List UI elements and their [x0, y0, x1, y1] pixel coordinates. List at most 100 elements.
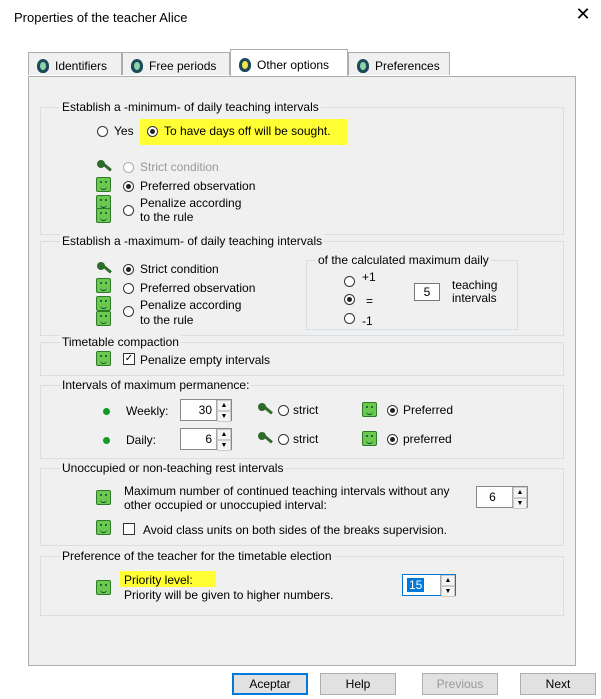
teaching-label: teaching — [452, 278, 498, 292]
bullet-icon — [103, 408, 110, 415]
weekly-strict-label: strict — [293, 403, 319, 417]
min-strict-radio[interactable] — [123, 162, 134, 173]
min-group-legend: Establish a -minimum- of daily teaching … — [60, 100, 321, 114]
help-button[interactable]: Help — [320, 673, 396, 695]
teacher-icon — [131, 58, 143, 73]
preference-legend: Preference of the teacher for the timeta… — [60, 549, 334, 563]
key-icon — [258, 403, 274, 417]
daily-value: 6 — [205, 432, 212, 446]
spin-arrows[interactable]: ▲ ▼ — [216, 400, 231, 422]
daily-strict-radio[interactable] — [278, 434, 289, 445]
penalize-empty-checkbox[interactable]: ✓ — [123, 353, 135, 365]
next-button[interactable]: Next — [520, 673, 596, 695]
close-button[interactable]: ✕ — [573, 4, 593, 24]
daily-spinner[interactable]: 6 ▲ ▼ — [180, 428, 232, 451]
tab-other-options[interactable]: Other options — [230, 49, 348, 76]
penalize-empty-label: Penalize empty intervals — [140, 353, 271, 367]
calc-max-value[interactable]: 5 — [414, 283, 440, 301]
daily-preferred-label: preferred — [403, 432, 452, 446]
min-preferred-radio[interactable] — [123, 181, 134, 192]
priority-label: Priority level: — [124, 573, 193, 587]
permanence-group — [40, 385, 564, 459]
teacher-icon — [37, 58, 49, 73]
priority-value: 15 — [407, 578, 425, 592]
weekly-strict-radio[interactable] — [278, 405, 289, 416]
smile-icon — [96, 208, 111, 223]
weekly-preferred-label: Preferred — [403, 403, 454, 417]
rest-legend: Unoccupied or non-teaching rest interval… — [60, 461, 286, 475]
max-penalize-radio[interactable] — [123, 306, 134, 317]
minus-one-radio[interactable] — [344, 313, 355, 324]
max-penalize-label-2: to the rule — [140, 313, 194, 327]
teachers-icon — [357, 58, 369, 73]
smile-icon — [362, 431, 377, 446]
calc-max-legend: of the calculated maximum daily — [316, 253, 491, 267]
daily-strict-label: strict — [293, 432, 319, 446]
max-penalize-label: Penalize according — [140, 298, 242, 312]
priority-value-wrap: 15 — [403, 575, 440, 595]
days-off-radio[interactable] — [147, 126, 158, 137]
smile-icon — [96, 296, 111, 311]
tab-label: Preferences — [375, 58, 440, 73]
tab-label: Free periods — [149, 58, 217, 73]
avoid-breaks-checkbox[interactable] — [123, 523, 135, 535]
yes-label: Yes — [114, 124, 134, 138]
priority-note: Priority will be given to higher numbers… — [124, 588, 334, 602]
key-icon — [97, 262, 113, 276]
max-continued-label-2: other occupied or unoccupied interval: — [124, 498, 327, 512]
smile-icon — [96, 580, 111, 595]
smile-icon — [362, 402, 377, 417]
permanence-legend: Intervals of maximum permanence: — [60, 378, 252, 392]
tab-strip: Identifiers Free periods Other options P… — [28, 49, 576, 76]
min-penalize-label: Penalize according — [140, 196, 242, 210]
key-icon — [97, 160, 113, 174]
weekly-value: 30 — [198, 403, 212, 417]
weekly-label: Weekly: — [126, 404, 169, 418]
daily-preferred-radio[interactable] — [387, 434, 398, 445]
minus-one-label: -1 — [362, 314, 373, 328]
yes-radio[interactable] — [97, 126, 108, 137]
max-preferred-radio[interactable] — [123, 283, 134, 294]
weekly-preferred-radio[interactable] — [387, 405, 398, 416]
smile-icon — [96, 177, 111, 192]
equal-label: = — [366, 294, 374, 308]
daily-label: Daily: — [126, 433, 157, 447]
max-continued-label: Maximum number of continued teaching int… — [124, 484, 450, 498]
max-strict-radio[interactable] — [123, 264, 134, 275]
max-preferred-label: Preferred observation — [140, 281, 256, 295]
plus-one-radio[interactable] — [344, 276, 355, 287]
tab-label: Identifiers — [55, 58, 108, 73]
min-strict-label: Strict condition — [140, 160, 219, 174]
max-strict-label: Strict condition — [140, 262, 219, 276]
smile-icon — [96, 520, 111, 535]
tab-free-periods[interactable]: Free periods — [122, 52, 230, 75]
equal-radio[interactable] — [344, 294, 355, 305]
priority-spinner[interactable]: 15 ▲ ▼ — [402, 574, 456, 597]
previous-button[interactable]: Previous — [422, 673, 498, 695]
days-off-label: To have days off will be sought. — [164, 124, 331, 138]
window-title: Properties of the teacher Alice — [14, 10, 188, 25]
smile-icon — [96, 311, 111, 326]
tab-label: Other options — [257, 57, 330, 72]
compaction-legend: Timetable compaction — [60, 335, 181, 349]
key-icon — [258, 432, 274, 446]
spin-arrows[interactable]: ▲ ▼ — [440, 575, 455, 597]
intervals-label: intervals — [452, 291, 497, 305]
preference-group — [40, 556, 564, 616]
tab-preferences[interactable]: Preferences — [348, 52, 450, 75]
spin-arrows[interactable]: ▲ ▼ — [512, 487, 527, 509]
weekly-spinner[interactable]: 30 ▲ ▼ — [180, 399, 232, 422]
teacher-icon — [239, 57, 251, 72]
spin-arrows[interactable]: ▲ ▼ — [216, 429, 231, 451]
max-continued-spinner[interactable]: 6 ▲ ▼ — [476, 486, 528, 509]
max-group-legend: Establish a -maximum- of daily teaching … — [60, 234, 325, 248]
min-penalize-label-2: to the rule — [140, 210, 194, 224]
bullet-icon — [103, 437, 110, 444]
avoid-breaks-label: Avoid class units on both sides of the b… — [143, 523, 447, 537]
plus-one-label: +1 — [362, 270, 376, 284]
tab-identifiers[interactable]: Identifiers — [28, 52, 122, 75]
max-continued-value: 6 — [489, 490, 496, 504]
accept-button[interactable]: Aceptar — [232, 673, 308, 695]
smile-icon — [96, 351, 111, 366]
min-penalize-radio[interactable] — [123, 205, 134, 216]
